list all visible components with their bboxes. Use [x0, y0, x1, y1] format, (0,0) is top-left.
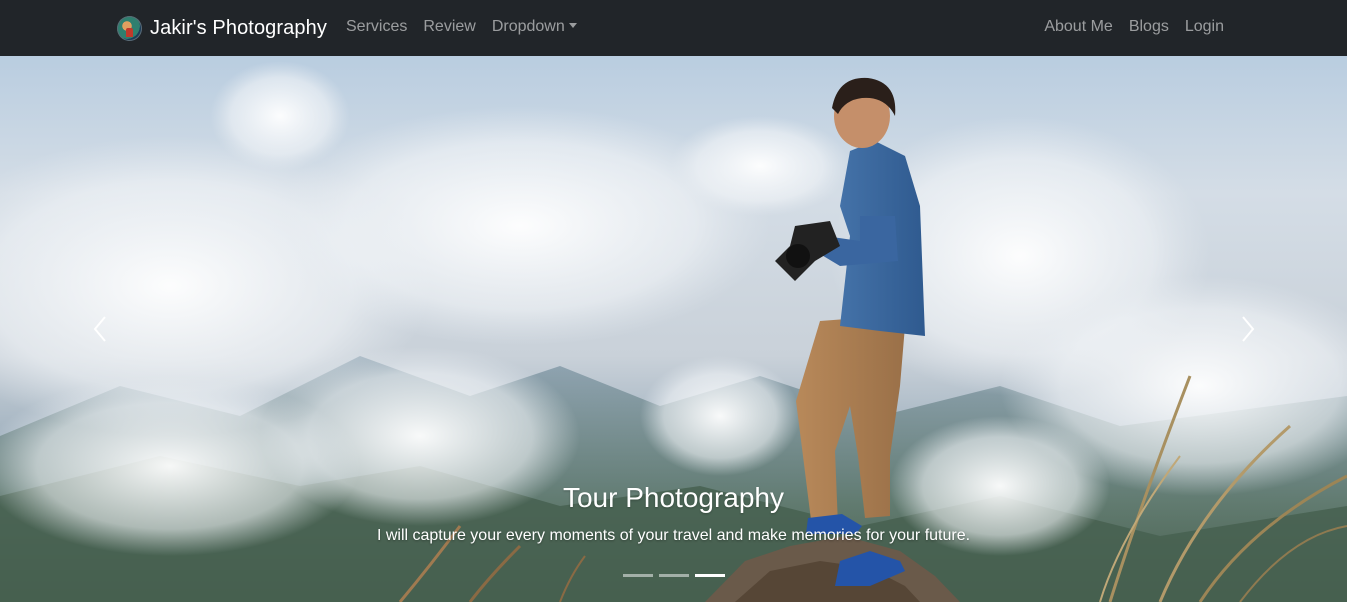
- nav-link-review[interactable]: Review: [423, 17, 475, 37]
- nav-right-group: About Me Blogs Login: [1028, 17, 1224, 37]
- caption-title: Tour Photography: [562, 482, 785, 513]
- carousel-prev-button[interactable]: [86, 314, 116, 344]
- brand-name: Jakir's Photography: [150, 16, 327, 39]
- nav-dropdown-toggle[interactable]: Dropdown: [492, 17, 577, 37]
- chevron-left-icon: [93, 316, 106, 342]
- carousel-indicator-3[interactable]: [694, 574, 725, 577]
- chevron-right-icon: [1242, 316, 1255, 342]
- nav-left-group: Services Review Dropdown: [346, 17, 593, 37]
- hero-carousel: Tour Photography I will capture your eve…: [0, 56, 1347, 602]
- brand-link[interactable]: Jakir's Photography: [117, 13, 327, 43]
- nav-dropdown-label: Dropdown: [491, 18, 565, 35]
- nav-link-about-me[interactable]: About Me: [1044, 17, 1112, 37]
- nav-link-login[interactable]: Login: [1185, 17, 1224, 37]
- nav-link-services[interactable]: Services: [346, 17, 407, 37]
- nav-link-blogs[interactable]: Blogs: [1129, 17, 1169, 37]
- brand-logo-icon: [117, 15, 142, 41]
- carousel-indicator-2[interactable]: [658, 574, 689, 577]
- caption-text: I will capture your every moments of you…: [376, 527, 971, 544]
- caret-down-icon: [568, 23, 577, 28]
- carousel-next-button[interactable]: [1232, 314, 1262, 344]
- carousel-indicator-1[interactable]: [622, 574, 653, 577]
- top-navbar: Jakir's Photography Services Review Drop…: [0, 0, 1347, 56]
- carousel-caption: Tour Photography I will capture your eve…: [0, 480, 1347, 546]
- carousel-indicators: [0, 574, 1347, 577]
